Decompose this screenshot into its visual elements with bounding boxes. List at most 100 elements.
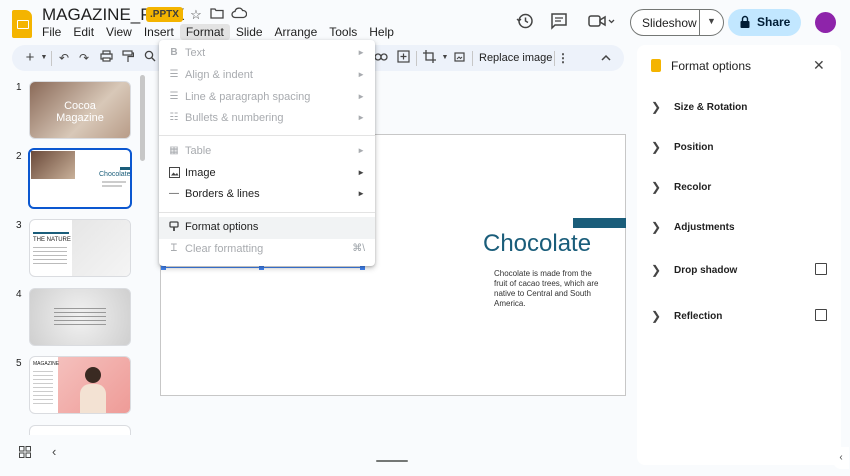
toolbar-divider [51,51,52,66]
submenu-arrow-icon: ► [357,168,365,177]
star-icon[interactable]: ☆ [188,7,204,23]
thumbnail-title: Chocolate [99,171,131,178]
add-comment-icon[interactable] [395,50,411,66]
insert-link-icon[interactable] [373,50,389,66]
menu-file[interactable]: File [36,24,67,40]
slide-thumbnail-6[interactable] [29,425,131,435]
border-line-icon: — [169,188,179,199]
menu-edit[interactable]: Edit [67,24,100,40]
menu-item-line-spacing[interactable]: ☰ Line & paragraph spacing ► [159,87,375,109]
menu-item-text[interactable]: B Text ► [159,43,375,65]
collapse-toolbar-icon[interactable] [598,50,614,66]
section-label: Drop shadow [674,265,738,276]
section-recolor[interactable]: ❯ Recolor [651,178,831,200]
thumbnail-title: MAGAZINE [33,361,60,367]
menu-item-align-indent[interactable]: ☰ Align & indent ► [159,65,375,87]
move-folder-icon[interactable] [209,7,225,23]
thumbnail-text-block [33,371,53,405]
chevron-right-icon: ❯ [651,180,662,194]
version-history-icon[interactable] [516,12,536,32]
avatar[interactable] [815,12,836,33]
thumbnail-title: Cocoa Magazine [56,100,104,124]
slides-logo-icon[interactable] [12,10,32,38]
section-label: Size & Rotation [674,102,748,113]
comments-icon[interactable] [550,12,570,32]
collapse-filmstrip-icon[interactable]: ‹ [52,444,56,459]
menu-item-label: Format options [185,221,259,233]
keyboard-shortcut: ⌘\ [352,243,365,254]
reset-image-icon[interactable] [451,50,467,66]
drop-shadow-checkbox[interactable] [815,263,827,275]
bullets-icon: ☷ [169,112,179,123]
slide-accent-bar[interactable] [573,218,626,228]
section-adjustments[interactable]: ❯ Adjustments [651,218,831,240]
menu-tools[interactable]: Tools [323,24,363,40]
table-icon: ▦ [169,145,179,156]
share-button[interactable]: Share [728,9,801,36]
new-slide-dropdown-icon[interactable]: ▼ [36,50,52,66]
menu-item-label: Borders & lines [185,188,260,200]
more-options-icon[interactable]: ⋮ [555,50,571,66]
slide-thumbnail-5[interactable]: MAGAZINE [29,356,131,414]
print-icon[interactable] [98,50,114,66]
menu-item-image[interactable]: Image ► [159,163,375,185]
chevron-right-icon: ❯ [651,220,662,234]
lock-icon [740,15,750,28]
menu-insert[interactable]: Insert [138,24,180,40]
submenu-arrow-icon: ► [357,48,365,57]
menu-item-label: Table [185,145,212,157]
slide-number: 5 [16,358,22,369]
menu-item-label: Bullets & numbering [185,112,284,124]
meet-video-icon[interactable] [588,12,615,32]
paint-format-icon[interactable] [120,50,136,66]
section-reflection[interactable]: ❯ Reflection [651,307,831,329]
grid-view-icon[interactable] [19,446,31,458]
close-icon[interactable]: ✕ [813,57,825,74]
section-label: Recolor [674,182,712,193]
menu-view[interactable]: View [100,24,138,40]
slideshow-label: Slideshow [642,16,697,30]
menu-item-label: Align & indent [185,69,253,81]
thumbnail-text-block [54,308,106,326]
menu-help[interactable]: Help [363,24,400,40]
menu-item-borders-lines[interactable]: — Borders & lines ► [159,184,375,206]
menu-arrange[interactable]: Arrange [269,24,324,40]
menu-item-label: Line & paragraph spacing [185,91,311,103]
redo-icon[interactable]: ↷ [76,50,92,66]
slide-thumbnail-2[interactable]: Chocolate [28,148,132,209]
share-label: Share [757,15,791,29]
section-drop-shadow[interactable]: ❯ Drop shadow [651,261,831,283]
section-size-rotation[interactable]: ❯ Size & Rotation [651,98,831,120]
undo-icon[interactable]: ↶ [56,50,72,66]
cloud-saved-icon[interactable] [231,7,248,23]
menu-format[interactable]: Format [179,24,230,40]
menu-item-bullets-numbering[interactable]: ☷ Bullets & numbering ► [159,108,375,130]
filmstrip-scrollbar[interactable] [140,75,145,161]
crop-icon[interactable] [421,50,437,66]
section-position[interactable]: ❯ Position [651,138,831,160]
menu-item-table[interactable]: ▦ Table ► [159,141,375,163]
menu-slide[interactable]: Slide [230,24,269,40]
slideshow-button[interactable]: Slideshow ▼ [630,9,724,36]
toolbar-divider [472,51,473,66]
slide-title[interactable]: Chocolate [483,230,591,258]
line-spacing-icon: ☰ [169,91,179,102]
side-panel-toggle-icon[interactable]: ‹ [833,447,849,469]
replace-image-button[interactable]: Replace image [479,52,552,64]
menu-item-format-options[interactable]: Format options [159,217,375,239]
menu-item-clear-formatting[interactable]: Ꮖ Clear formatting ⌘\ [159,239,375,261]
thumbnail-image [31,151,75,179]
slide-thumbnail-3[interactable]: THE NATURE [29,219,131,277]
submenu-arrow-icon: ► [357,146,365,155]
slide-thumbnail-4[interactable] [29,288,131,346]
speaker-notes-handle[interactable] [376,460,408,462]
menu-item-label: Image [185,167,216,179]
chevron-down-icon[interactable]: ▼ [707,16,716,26]
section-label: Adjustments [674,222,735,233]
submenu-arrow-icon: ► [357,70,365,79]
slide-body-text[interactable]: Chocolate is made from the fruit of caca… [494,269,606,309]
reflection-checkbox[interactable] [815,309,827,321]
slide-thumbnail-1[interactable]: Cocoa Magazine [29,81,131,139]
toolbar-divider [416,51,417,66]
zoom-icon[interactable] [142,50,158,66]
